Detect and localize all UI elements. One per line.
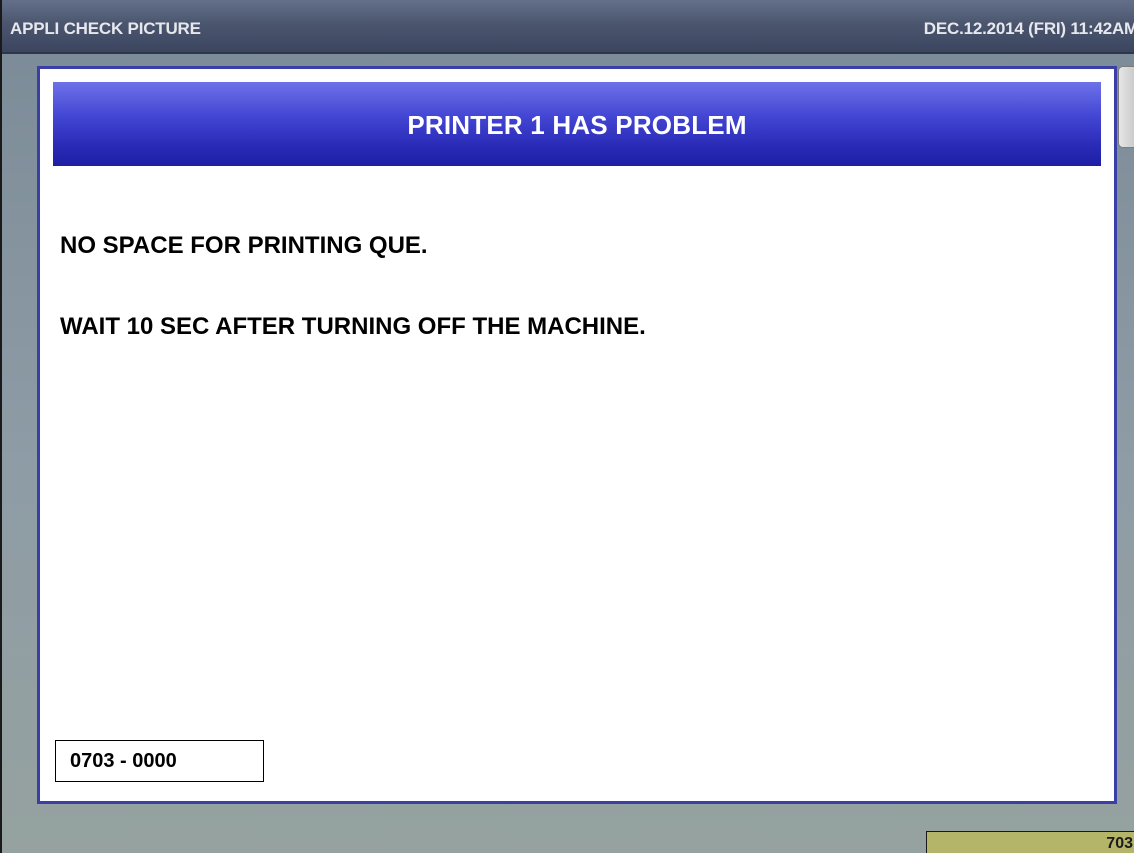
app-title: APPLI CHECK PICTURE xyxy=(10,19,201,38)
error-message-line-1: NO SPACE FOR PRINTING QUE. xyxy=(60,232,428,259)
dialog-title: PRINTER 1 HAS PROBLEM xyxy=(407,110,747,140)
datetime-display: DEC.12.2014 (FRI) 11:42AM xyxy=(923,19,1134,38)
error-code-box: 0703 - 0000 xyxy=(55,740,264,782)
error-message-line-2: WAIT 10 SEC AFTER TURNING OFF THE MACHIN… xyxy=(60,313,646,340)
dialog-header: PRINTER 1 HAS PROBLEM xyxy=(53,82,1101,166)
status-field: 703 xyxy=(926,831,1134,853)
error-dialog: PRINTER 1 HAS PROBLEM NO SPACE FOR PRINT… xyxy=(37,66,1117,804)
error-code: 0703 - 0000 xyxy=(70,750,177,772)
scrollbar-thumb[interactable] xyxy=(1118,66,1134,148)
title-bar: APPLI CHECK PICTURE DEC.12.2014 (FRI) 11… xyxy=(2,0,1134,54)
status-value: 703 xyxy=(1106,835,1133,852)
screen: APPLI CHECK PICTURE DEC.12.2014 (FRI) 11… xyxy=(0,0,1134,853)
